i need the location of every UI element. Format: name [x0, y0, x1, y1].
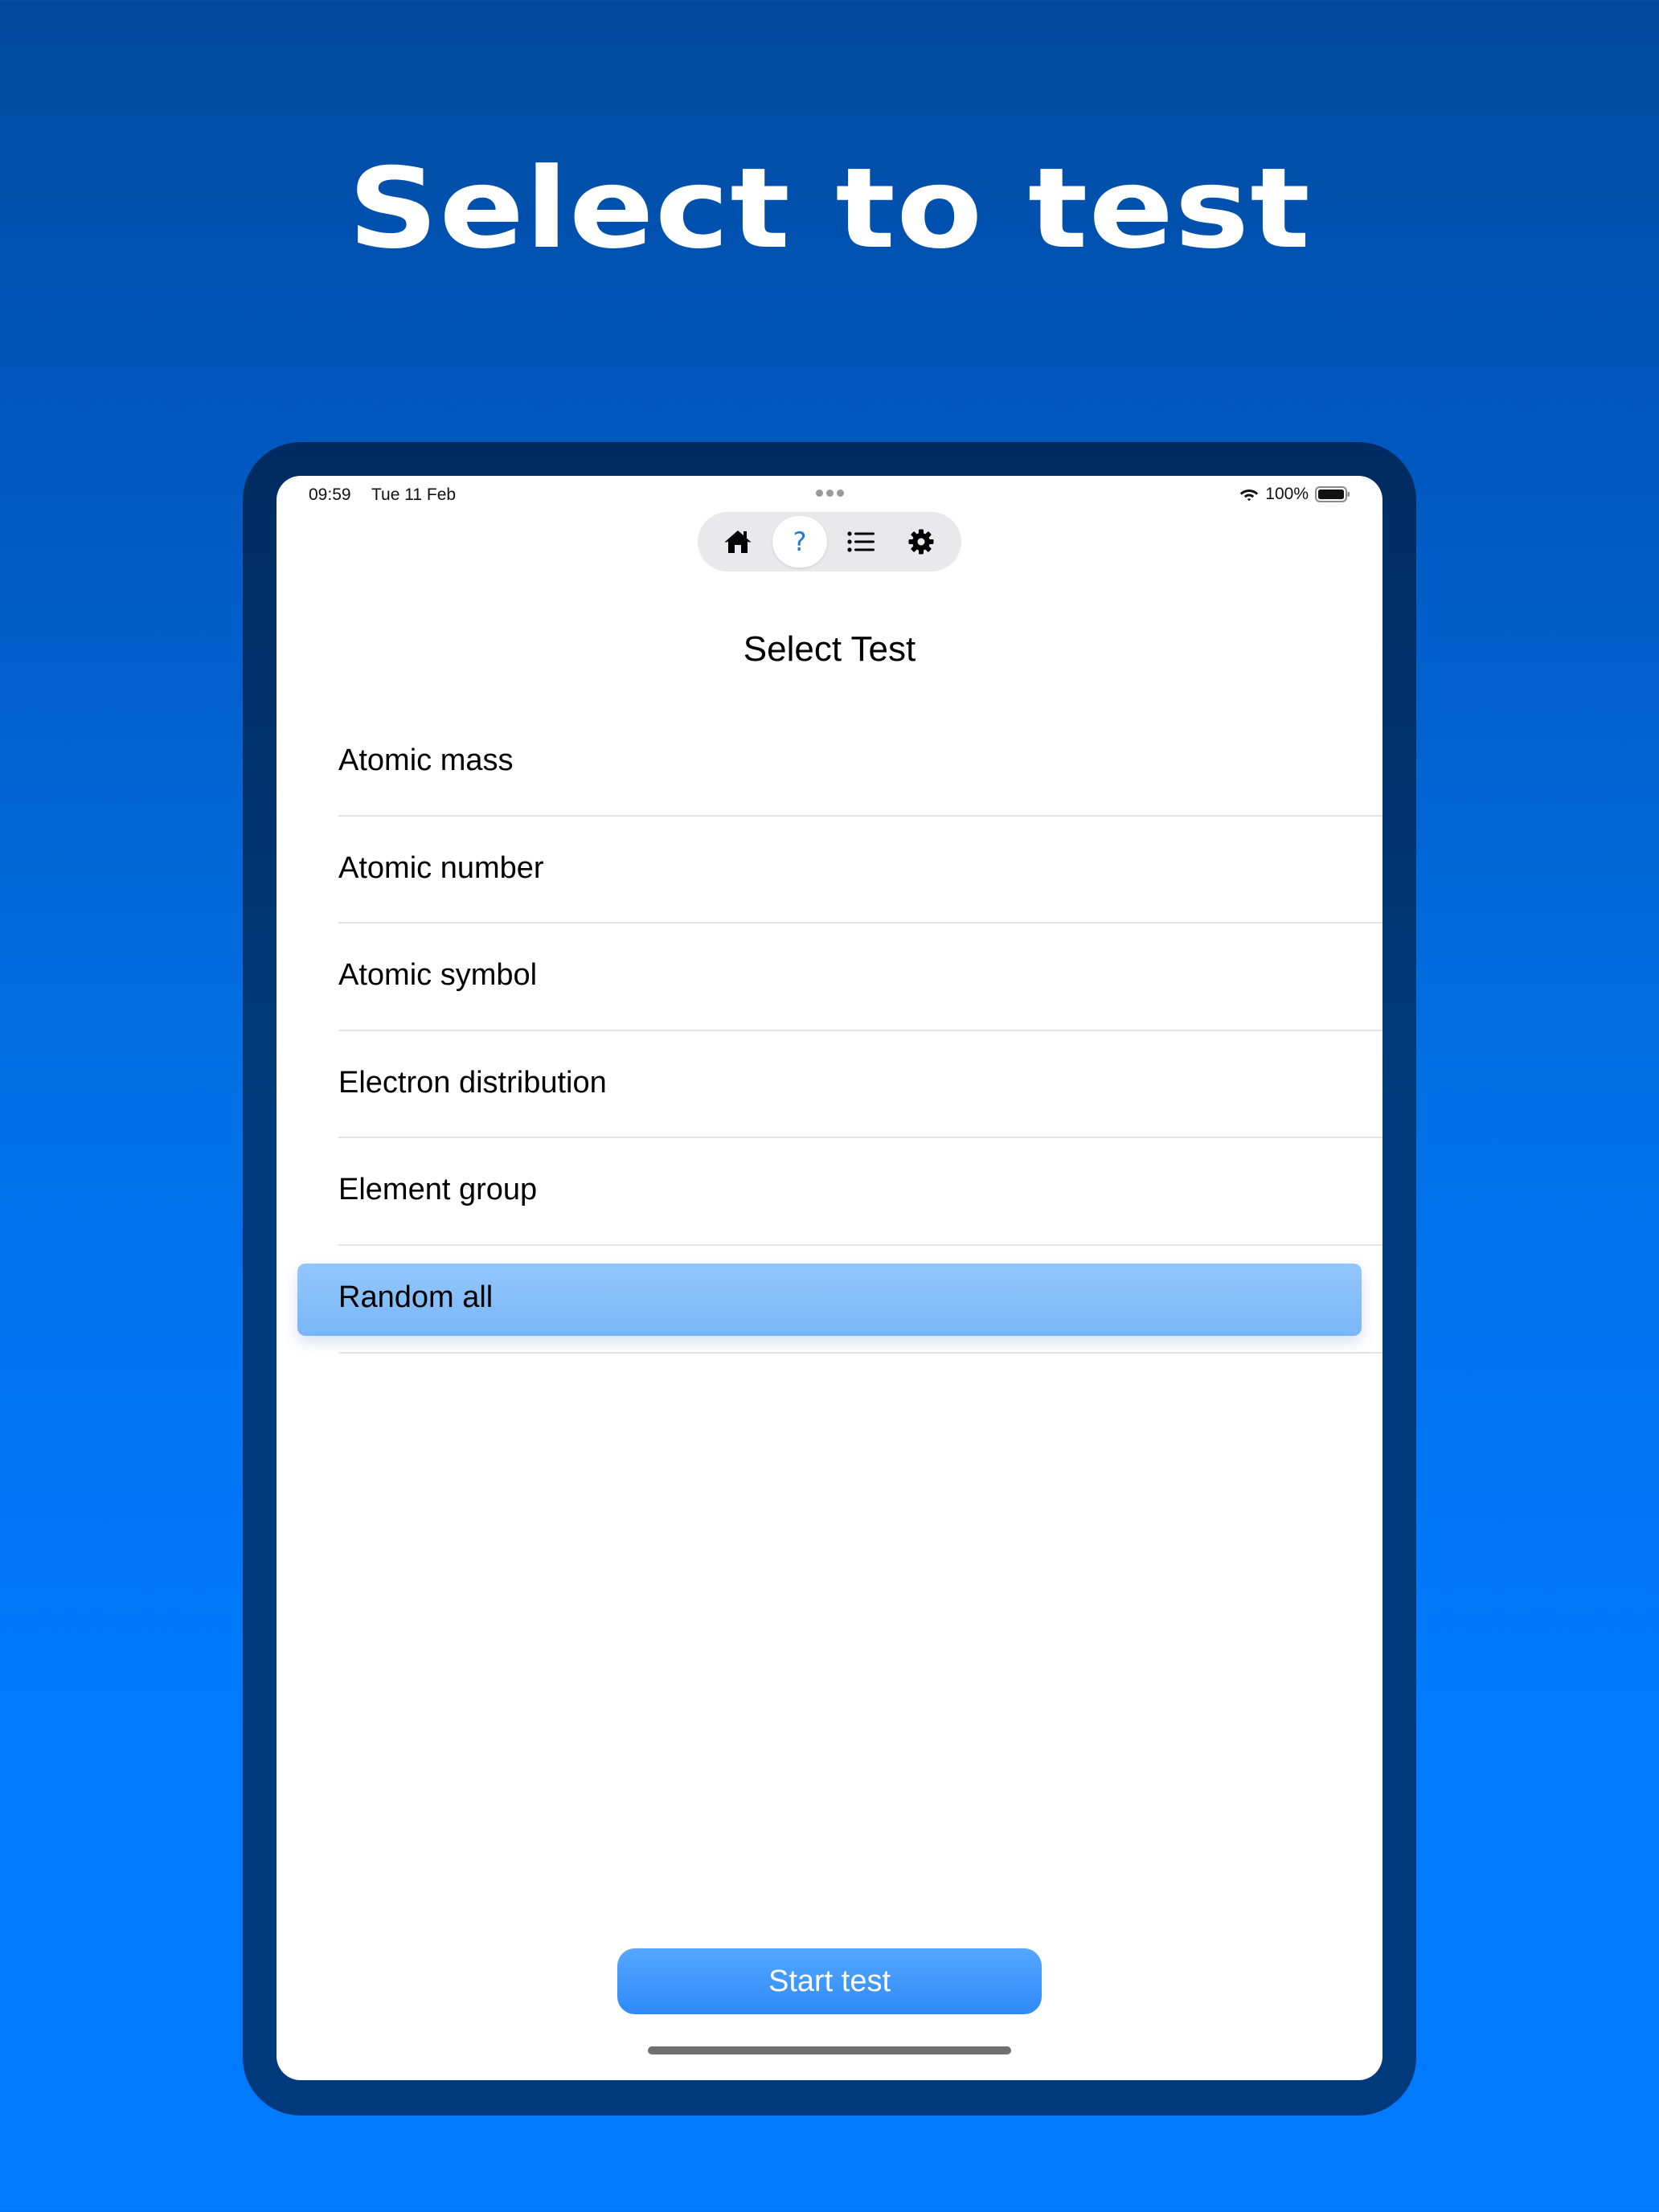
battery-percentage: 100%	[1265, 485, 1309, 503]
test-option-electron-distribution[interactable]: Electron distribution	[276, 1031, 1382, 1139]
test-option-label: Element group	[338, 1173, 538, 1207]
tab-home[interactable]	[711, 516, 765, 567]
multitasking-dots-icon[interactable]	[816, 490, 845, 498]
test-option-label: Atomic mass	[338, 743, 514, 777]
wifi-icon	[1240, 490, 1259, 502]
test-option-atomic-mass[interactable]: Atomic mass	[276, 709, 1382, 817]
test-option-element-group[interactable]: Element group	[276, 1138, 1382, 1246]
tab-test[interactable]: ?	[772, 516, 827, 567]
test-option-label: Atomic number	[338, 850, 544, 885]
tablet-frame: 09:59 Tue 11 Feb 100% ? Select Test Atom…	[243, 442, 1416, 2116]
home-indicator[interactable]	[648, 2046, 1011, 2054]
list-icon	[847, 531, 875, 552]
battery-icon	[1315, 486, 1350, 502]
status-date: Tue 11 Feb	[371, 485, 457, 504]
test-option-random-all[interactable]: Random all	[276, 1246, 1382, 1354]
test-option-label: Random all	[338, 1280, 494, 1314]
start-test-button[interactable]: Start test	[617, 1948, 1042, 2014]
tab-list[interactable]	[834, 516, 888, 567]
page-title: Select Test	[743, 629, 916, 669]
row-divider	[338, 1351, 1382, 1354]
test-option-atomic-symbol[interactable]: Atomic symbol	[276, 924, 1382, 1031]
status-indicators: 100%	[1239, 482, 1350, 506]
question-icon: ?	[793, 526, 807, 557]
promo-headline: Select to test	[347, 144, 1312, 273]
house-icon	[724, 530, 752, 553]
test-option-label: Atomic symbol	[338, 958, 538, 993]
test-list: Atomic mass Atomic number Atomic symbol …	[276, 709, 1382, 1354]
status-time: 09:59	[309, 485, 351, 504]
tab-settings[interactable]	[894, 516, 948, 567]
app-screen: 09:59 Tue 11 Feb 100% ? Select Test Atom…	[276, 476, 1382, 2080]
test-option-label: Electron distribution	[338, 1065, 607, 1100]
top-tab-bar: ?	[698, 512, 961, 571]
gear-icon	[908, 529, 934, 555]
test-option-atomic-number[interactable]: Atomic number	[276, 817, 1382, 924]
